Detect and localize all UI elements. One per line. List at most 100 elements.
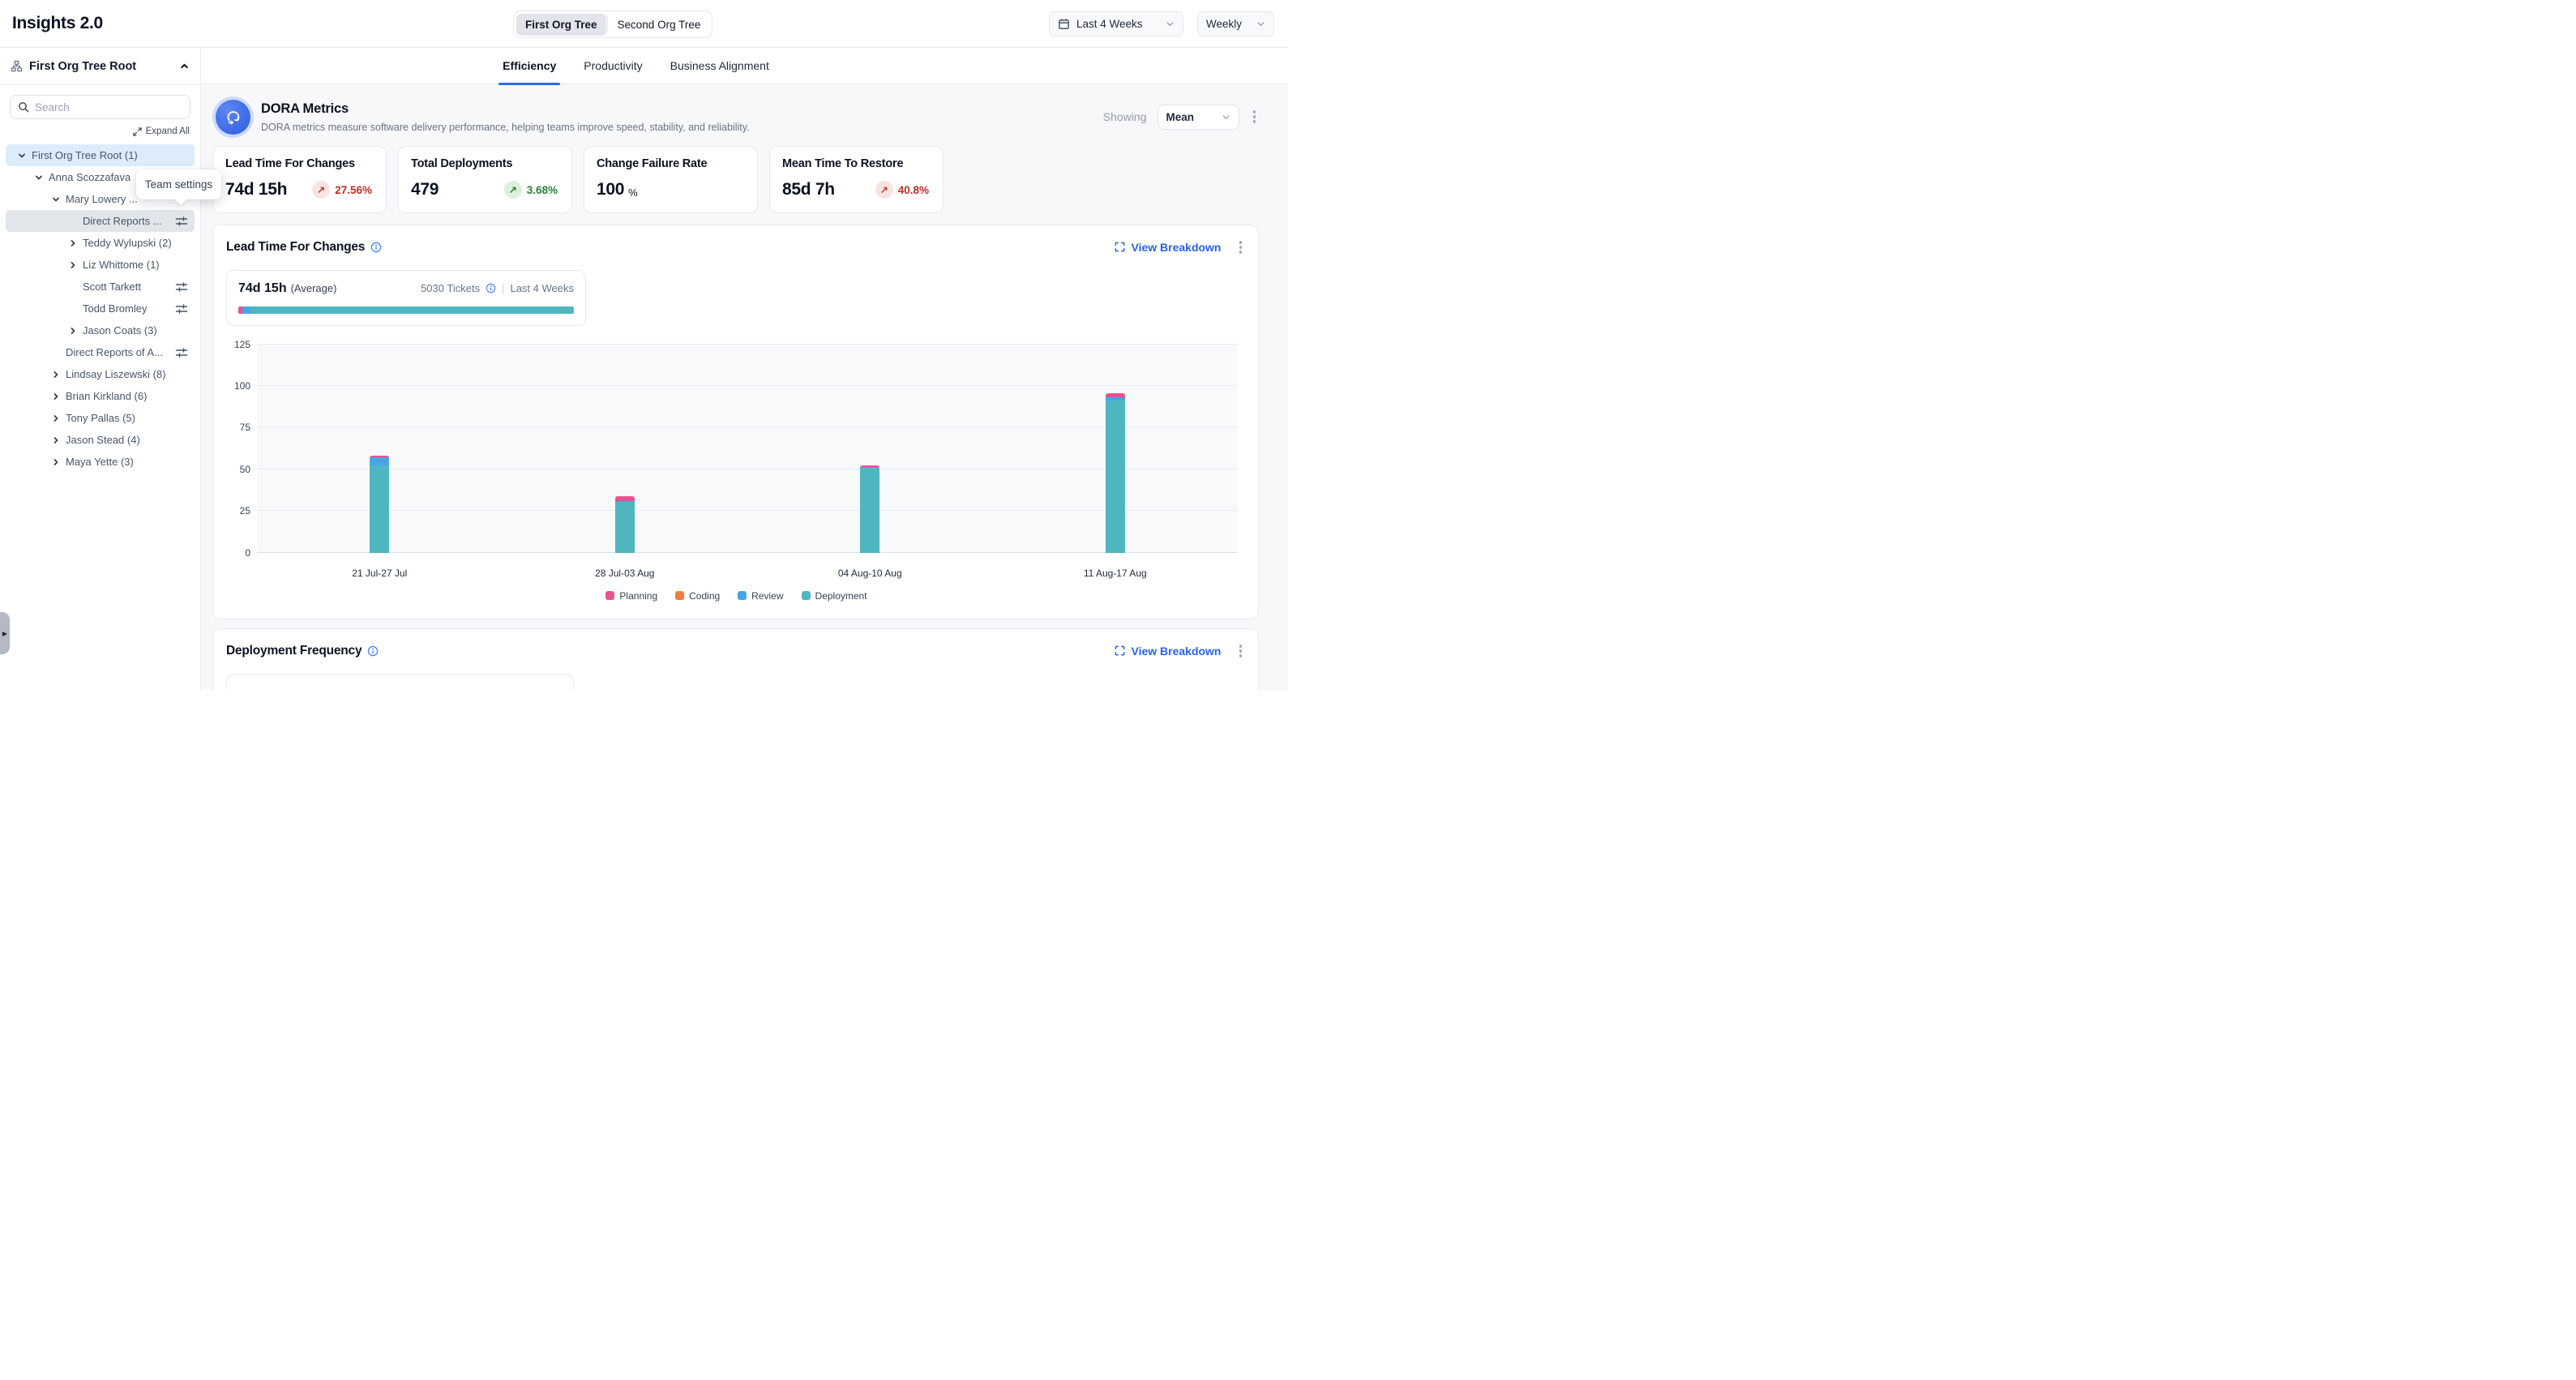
metric-cards-row: Lead Time For Changes74d 15h↗27.56%Total… [212, 146, 1288, 213]
expand-all-label: Expand All [146, 126, 190, 136]
metric-value: 479 [411, 180, 439, 199]
tree-item-label: Direct Reports of A... [66, 346, 163, 358]
summary-value: 74d 15h [238, 281, 287, 296]
tree-item-label: Jason Stead (4) [66, 434, 140, 446]
tree-item[interactable]: Todd Bromley [6, 298, 195, 319]
x-axis-label: 04 Aug-10 Aug [805, 568, 935, 579]
chevron-right-icon[interactable] [50, 391, 61, 401]
chevron-right-icon[interactable] [67, 238, 78, 248]
chevron-right-icon[interactable] [50, 413, 61, 423]
sidebar-title: First Org Tree Root [29, 60, 136, 73]
tree-item-label: Teddy Wylupski (2) [83, 237, 172, 249]
expand-corners-icon [1115, 242, 1125, 252]
dora-cycle-icon [216, 100, 250, 135]
toggle-first-org-tree[interactable]: First Org Tree [516, 14, 606, 36]
trend-badge: ↗3.68% [504, 181, 558, 199]
summary-period: Last 4 Weeks [510, 282, 574, 294]
chevron-right-icon[interactable] [67, 325, 78, 336]
info-icon[interactable] [367, 645, 379, 657]
team-settings-icon[interactable] [175, 281, 188, 294]
tree-item[interactable]: First Org Tree Root (1) [6, 144, 195, 166]
kebab-menu-icon[interactable] [1250, 107, 1260, 126]
toggle-second-org-tree[interactable]: Second Org Tree [609, 14, 710, 36]
tree-item[interactable]: Lindsay Liszewski (8) [6, 363, 195, 385]
tab-business-alignment[interactable]: Business Alignment [670, 48, 769, 84]
chevron-spacer [67, 216, 78, 226]
legend-swatch [802, 591, 811, 600]
gridline [257, 510, 1238, 511]
showing-mean-select[interactable]: Mean [1157, 105, 1239, 130]
tab-efficiency[interactable]: Efficiency [503, 48, 556, 84]
tree-item[interactable]: Tony Pallas (5) [6, 407, 195, 429]
view-breakdown-link[interactable]: View Breakdown [1115, 645, 1221, 658]
team-settings-icon[interactable] [175, 302, 188, 315]
triangle-right-icon: ▶ [2, 630, 7, 637]
tree-item[interactable]: Maya Yette (3) [6, 451, 195, 473]
view-breakdown-link[interactable]: View Breakdown [1115, 241, 1221, 254]
info-icon[interactable] [370, 242, 382, 253]
tree-item[interactable]: Liz Whittome (1) [6, 254, 195, 276]
granularity-value: Weekly [1206, 18, 1242, 30]
bar-11-aug-17-aug[interactable] [1106, 393, 1125, 552]
y-axis-tick: 100 [226, 380, 250, 392]
tree-item[interactable]: Direct Reports of A... [6, 341, 195, 363]
metric-card: Change Failure Rate100% [584, 146, 758, 213]
tree-item-label: Direct Reports ... [83, 215, 162, 227]
chevron-right-icon[interactable] [50, 369, 61, 379]
chevron-down-icon [1256, 19, 1265, 28]
org-tree-sidebar: First Org Tree Root Expand All First Org… [0, 48, 201, 690]
metric-value: 100 [597, 180, 624, 199]
metric-title: Change Failure Rate [597, 157, 745, 170]
chevron-right-icon[interactable] [67, 259, 78, 270]
legend-item-planning[interactable]: Planning [605, 590, 657, 602]
legend-item-coding[interactable]: Coding [675, 590, 720, 602]
gridline [257, 552, 1238, 553]
chevron-down-icon [1222, 113, 1230, 122]
lead-time-title: Lead Time For Changes [226, 240, 365, 255]
y-axis-tick: 125 [226, 339, 250, 350]
chevron-right-icon[interactable] [50, 456, 61, 467]
chevron-right-icon[interactable] [50, 435, 61, 445]
deployment-frequency-panel: Deployment Frequency View Breakdown [212, 628, 1259, 690]
dora-subtitle: DORA metrics measure software delivery p… [261, 122, 750, 133]
tab-productivity[interactable]: Productivity [584, 48, 642, 84]
tree-item[interactable]: Jason Stead (4) [6, 429, 195, 451]
tree-item[interactable]: Brian Kirkland (6) [6, 385, 195, 407]
metric-delta: 27.56% [335, 184, 372, 196]
kebab-menu-icon[interactable] [1236, 641, 1246, 661]
tree-item[interactable]: Teddy Wylupski (2) [6, 232, 195, 254]
trend-up-icon: ↗ [875, 181, 893, 199]
kebab-menu-icon[interactable] [1236, 238, 1246, 257]
legend-swatch [738, 591, 747, 600]
sidebar-collapse-handle[interactable]: ▶ [0, 612, 10, 654]
metric-card: Mean Time To Restore85d 7h↗40.8% [769, 146, 944, 213]
chevron-down-icon[interactable] [16, 150, 27, 161]
y-axis-tick: 50 [226, 464, 250, 475]
tree-item-label: Liz Whittome (1) [83, 259, 160, 271]
chevron-down-icon[interactable] [33, 172, 44, 182]
legend-item-review[interactable]: Review [738, 590, 783, 602]
tree-item[interactable]: Direct Reports ... [6, 210, 195, 232]
bar-28-jul-03-aug[interactable] [615, 496, 635, 553]
bar-21-jul-27-jul[interactable] [370, 456, 389, 552]
team-settings-icon[interactable] [175, 215, 188, 228]
tree-item[interactable]: Scott Tarkett [6, 276, 195, 298]
team-settings-icon[interactable] [175, 346, 188, 359]
tree-item[interactable]: Jason Coats (3) [6, 319, 195, 341]
granularity-select[interactable]: Weekly [1197, 11, 1274, 36]
date-range-select[interactable]: Last 4 Weeks [1049, 11, 1183, 36]
info-icon[interactable] [486, 283, 496, 294]
tree-item-label: Scott Tarkett [83, 281, 141, 293]
metric-title: Lead Time For Changes [225, 157, 374, 170]
bar-segment-deployment [615, 502, 635, 553]
legend-item-deployment[interactable]: Deployment [802, 590, 867, 602]
search-input[interactable] [35, 101, 182, 114]
bar-segment-deployment [370, 465, 389, 553]
bar-04-aug-10-aug[interactable] [860, 465, 879, 553]
x-axis-label: 11 Aug-17 Aug [1051, 568, 1180, 579]
trend-badge: ↗40.8% [875, 181, 929, 199]
chevron-down-icon[interactable] [50, 194, 61, 204]
chevron-up-icon[interactable] [179, 61, 190, 71]
summary-stacked-bar [238, 306, 574, 314]
expand-all-button[interactable]: Expand All [133, 126, 190, 136]
